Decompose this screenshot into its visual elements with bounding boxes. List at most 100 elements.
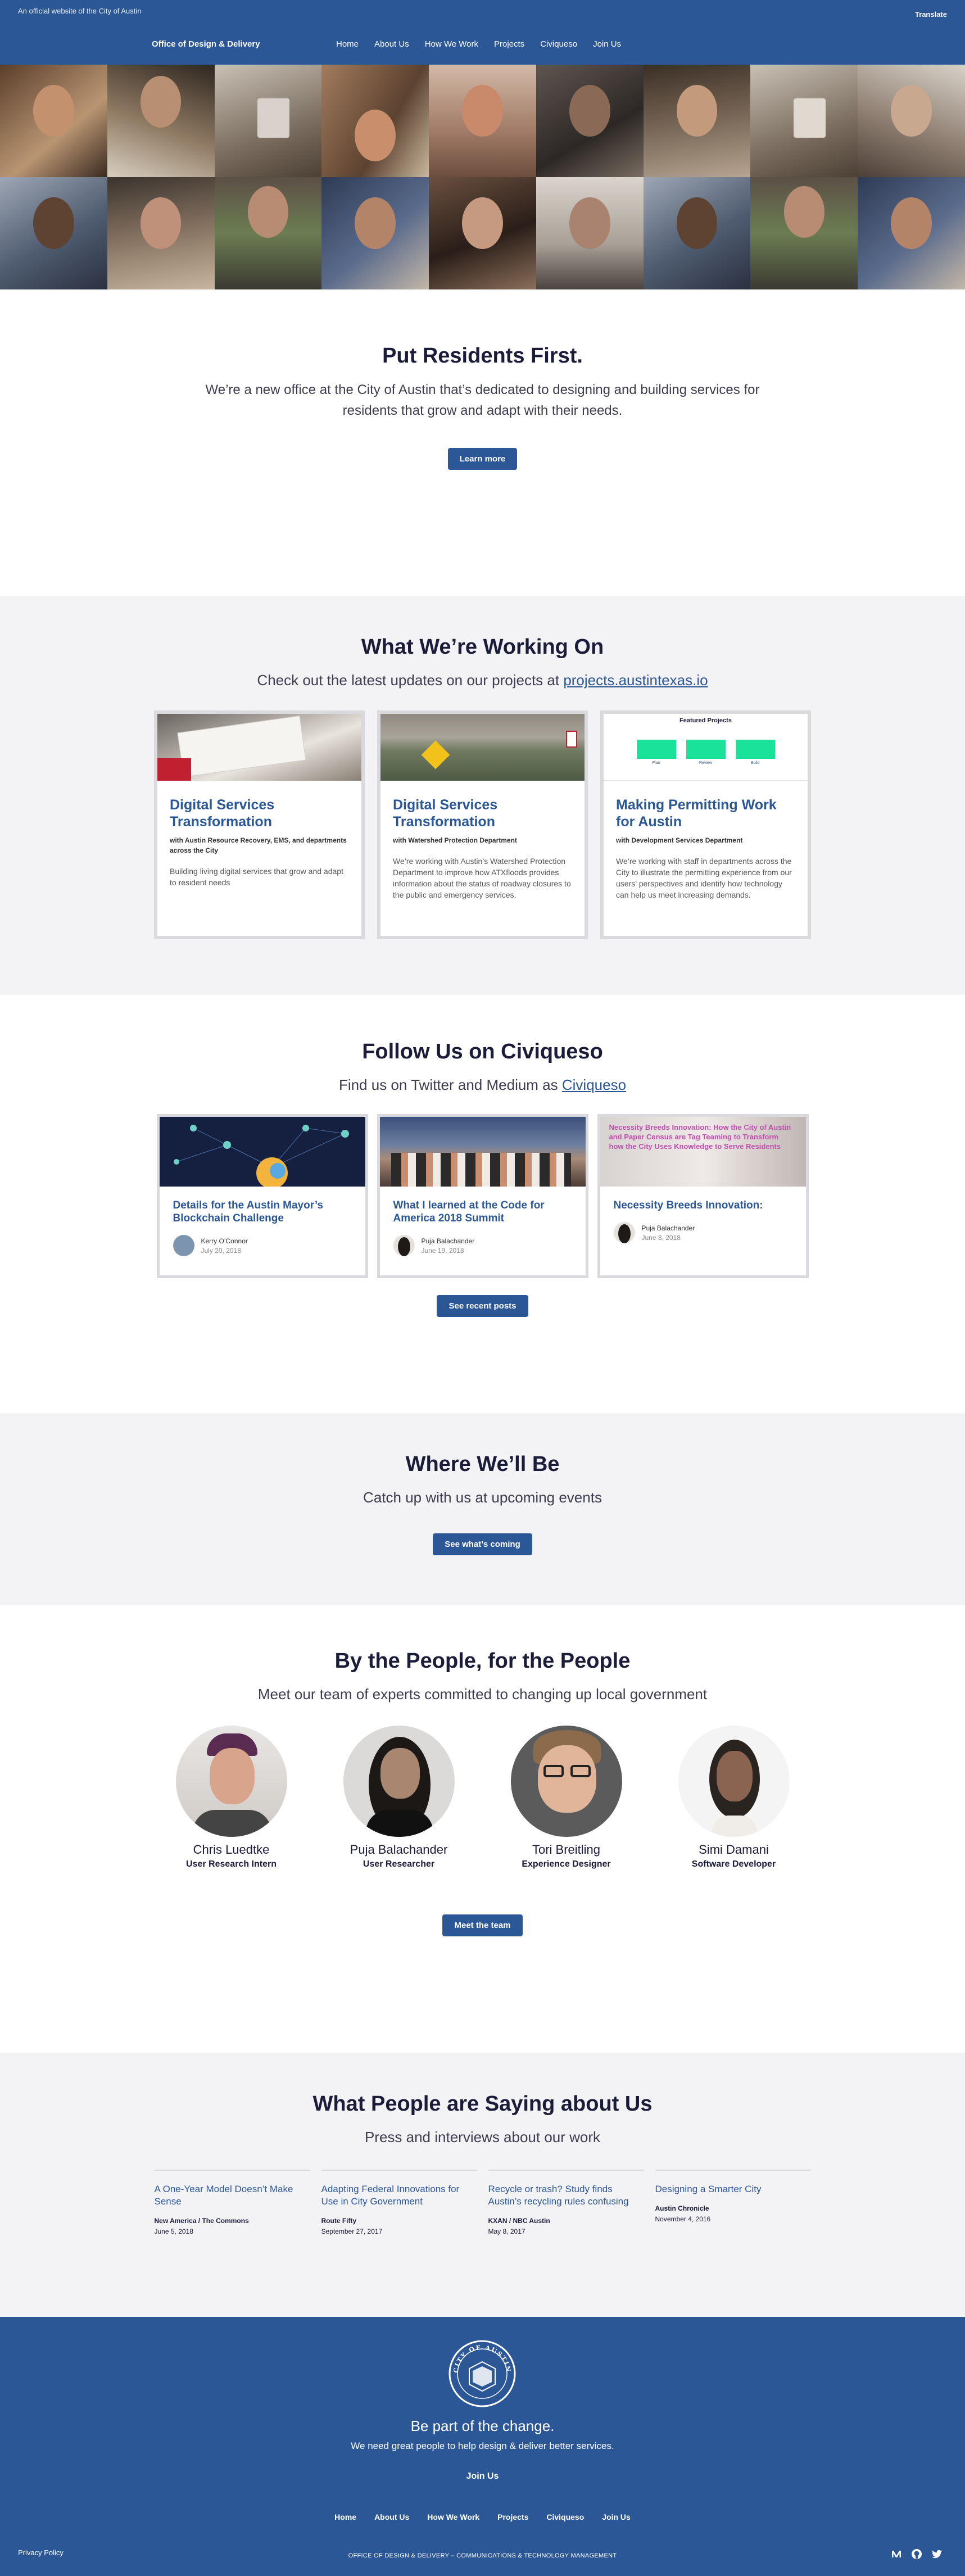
nav-civiqueso[interactable]: Civiqueso [540, 39, 577, 49]
project-card[interactable]: Featured Projects Plan Review Build Maki… [600, 710, 811, 939]
member-role: Experience Designer [522, 1859, 611, 1869]
collage-photo [0, 65, 107, 177]
nav-home[interactable]: Home [336, 39, 359, 49]
member-photo [510, 1726, 622, 1837]
collage-photo [750, 177, 858, 289]
project-card-title: Making Permitting Work for Austin [616, 797, 777, 830]
projects-title: What We’re Working On [361, 635, 604, 659]
press-item: Adapting Federal Innovations for Use in … [321, 2170, 477, 2235]
hero-photo-collage [0, 65, 965, 289]
follow-section: Follow Us on Civiqueso Find us on Twitte… [0, 995, 965, 1413]
collage-photo [214, 65, 322, 177]
twitter-icon[interactable] [931, 2548, 943, 2563]
nav-about-us[interactable]: About Us [374, 39, 409, 49]
collage-photo [321, 65, 429, 177]
press-date: May 8, 2017 [488, 2228, 525, 2235]
press-item-link[interactable]: Designing a Smarter City [655, 2184, 762, 2194]
projects-section: What We’re Working On Check out the late… [0, 596, 965, 995]
collage-photo [536, 177, 644, 289]
project-card-image [157, 714, 361, 781]
project-card-partner: with Development Services Department [616, 836, 743, 844]
footer-join-us-link[interactable]: Join Us [0, 2471, 965, 2482]
blog-image-text: Necessity Breeds Innovation: How the Cit… [609, 1123, 791, 1151]
team-title: By the People, for the People [334, 1649, 631, 1673]
blog-card[interactable]: What I learned at the Code for America 2… [377, 1114, 588, 1278]
projects-site-link[interactable]: projects.austintexas.io [563, 672, 708, 689]
nav-join-us[interactable]: Join Us [593, 39, 621, 49]
blog-cards: Details for the Austin Mayor’s Blockchai… [0, 1114, 965, 1278]
footer-cta: Be part of the change. [410, 2417, 555, 2434]
press-item-link[interactable]: A One-Year Model Doesn’t Make Sense [155, 2184, 293, 2207]
collage-photo [107, 177, 215, 289]
network-illustration [173, 1125, 349, 1187]
featured-label: Review [699, 761, 712, 765]
footer-nav-join-us[interactable]: Join Us [602, 2512, 631, 2521]
brand-link[interactable]: Office of Design & Delivery [152, 39, 260, 49]
project-card[interactable]: Digital Services Transformation with Aus… [154, 710, 365, 939]
nav-projects[interactable]: Projects [494, 39, 524, 49]
featured-projects-heading: Featured Projects [679, 717, 732, 724]
events-subtitle: Catch up with us at upcoming events [363, 1489, 602, 1506]
collage-photo [107, 65, 215, 177]
translate-link[interactable]: Translate [915, 10, 947, 19]
team-member: Simi Damani Software Developer [678, 1726, 790, 1869]
member-photo [175, 1726, 287, 1837]
team-subtitle: Meet our team of experts committed to ch… [257, 1686, 708, 1703]
footer-nav-how-we-work[interactable]: How We Work [427, 2512, 479, 2521]
footer-nav-projects[interactable]: Projects [497, 2512, 528, 2521]
nav-how-we-work[interactable]: How We Work [425, 39, 478, 49]
see-recent-posts-button[interactable]: See recent posts [437, 1295, 528, 1317]
see-whats-coming-button[interactable]: See what’s coming [433, 1533, 532, 1555]
press-item-link[interactable]: Recycle or trash? Study finds Austin’s r… [488, 2184, 629, 2207]
blog-card-image [159, 1117, 365, 1187]
medium-icon[interactable] [891, 2548, 902, 2563]
press-date: September 27, 2017 [321, 2228, 383, 2235]
author-avatar [613, 1222, 635, 1243]
footer-credit: OFFICE OF DESIGN & DELIVERY – COMMUNICAT… [348, 2552, 617, 2559]
press-source: New America / The Commons [154, 2217, 249, 2225]
project-card-title: Digital Services Transformation [393, 797, 498, 830]
project-card[interactable]: Digital Services Transformation with Wat… [377, 710, 588, 939]
city-of-austin-seal-icon: CITY OF AUSTIN [448, 2340, 516, 2407]
blog-card[interactable]: Details for the Austin Mayor’s Blockchai… [156, 1114, 368, 1278]
press-source: Route Fifty [321, 2217, 357, 2225]
press-subtitle: Press and interviews about our work [364, 2129, 601, 2145]
github-icon[interactable] [911, 2548, 922, 2563]
press-item: Designing a Smarter City Austin Chronicl… [655, 2170, 811, 2235]
project-card-description: Building living digital services that gr… [170, 867, 343, 887]
post-date: June 8, 2018 [641, 1233, 681, 1242]
collage-photo [429, 65, 536, 177]
collage-photo [858, 65, 965, 177]
project-card-image [380, 714, 585, 781]
learn-more-button[interactable]: Learn more [447, 448, 518, 470]
featured-label: Build [750, 761, 760, 765]
blog-card-author: Puja Balachander June 19, 2018 [393, 1235, 572, 1256]
project-card-partner: with Austin Resource Recovery, EMS, and … [170, 836, 347, 854]
team-member: Puja Balachander User Researcher [343, 1726, 455, 1869]
author-avatar [393, 1235, 415, 1256]
press-item-link[interactable]: Adapting Federal Innovations for Use in … [321, 2184, 460, 2207]
official-banner: An official website of the City of Austi… [18, 7, 142, 15]
member-name: Puja Balachander [350, 1842, 448, 1857]
blog-card[interactable]: Necessity Breeds Innovation: How the Cit… [597, 1114, 809, 1278]
footer-nav-home[interactable]: Home [334, 2512, 356, 2521]
civiqueso-link[interactable]: Civiqueso [562, 1076, 626, 1093]
footer-nav-about-us[interactable]: About Us [374, 2512, 409, 2521]
member-role: User Researcher [363, 1859, 435, 1869]
team-section: By the People, for the People Meet our t… [0, 1605, 965, 2053]
social-links [891, 2548, 943, 2563]
follow-subtitle: Find us on Twitter and Medium as Civique… [0, 1076, 965, 1094]
site-header: An official website of the City of Austi… [0, 0, 965, 65]
meet-the-team-button[interactable]: Meet the team [442, 1914, 523, 1936]
team-member: Tori Breitling Experience Designer [510, 1726, 622, 1869]
press-source: KXAN / NBC Austin [488, 2217, 550, 2225]
press-item: A One-Year Model Doesn’t Make Sense New … [154, 2170, 310, 2235]
events-section: Where We’ll Be Catch up with us at upcom… [0, 1413, 965, 1605]
featured-label: Plan [652, 761, 660, 765]
project-card-image: Featured Projects Plan Review Build [604, 714, 808, 781]
press-title: What People are Saying about Us [312, 2092, 653, 2116]
footer-nav-civiqueso[interactable]: Civiqueso [546, 2512, 584, 2521]
blog-card-image: Necessity Breeds Innovation: How the Cit… [600, 1117, 806, 1187]
collage-photo [643, 177, 751, 289]
project-card-description: We’re working with Austin’s Watershed Pr… [393, 857, 571, 899]
